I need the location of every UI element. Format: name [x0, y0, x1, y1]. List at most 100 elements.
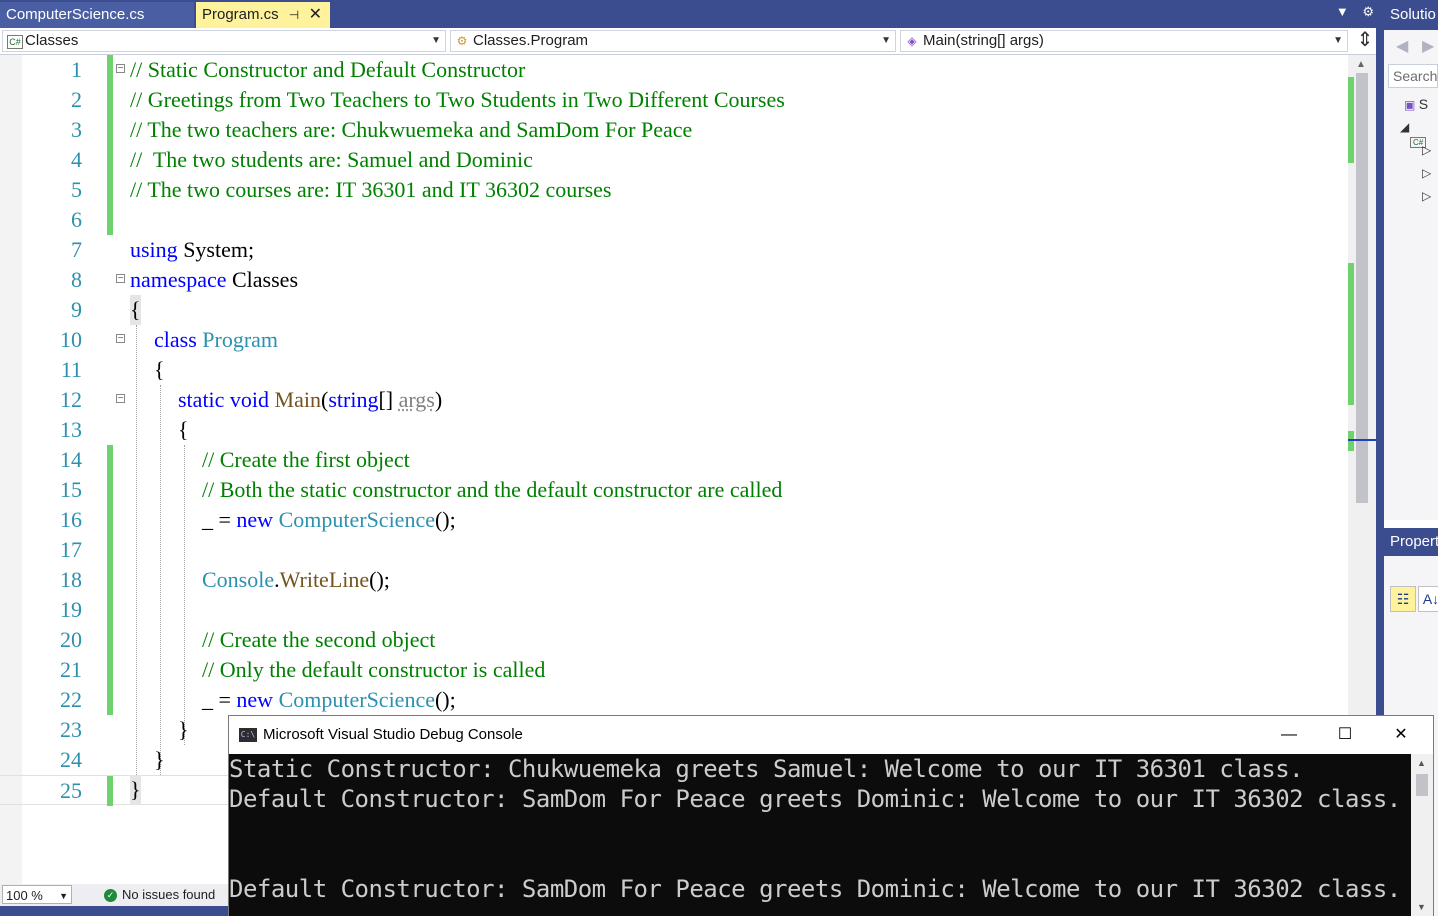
tree-expand-icon[interactable]: ▷	[1422, 189, 1431, 203]
console-line: Default Constructor: SamDom For Peace gr…	[229, 785, 1401, 813]
code-line: 21 // Only the default constructor is ca…	[0, 655, 1350, 685]
tab-computerscience-cs[interactable]: ComputerScience.cs	[0, 2, 194, 28]
chevron-down-icon: ▼	[1333, 35, 1343, 46]
caret-position-marker	[1348, 439, 1376, 441]
comment: // Both the static constructor and the d…	[202, 477, 783, 502]
console-vertical-scrollbar[interactable]: ▲ ▼	[1411, 754, 1433, 916]
type-dropdown[interactable]: ⚙ Classes.Program ▼	[450, 30, 896, 52]
zoom-dropdown[interactable]: 100 % ▼	[2, 885, 72, 904]
code-line: 10 − class Program	[0, 325, 1350, 355]
line-number: 4	[71, 147, 82, 172]
back-icon[interactable]: ◀	[1396, 36, 1408, 56]
alphabetical-sort-icon[interactable]: A↓	[1418, 586, 1438, 612]
close-icon[interactable]: ✕	[309, 6, 322, 23]
collapse-icon[interactable]: −	[116, 64, 125, 74]
navigation-bar: C# Classes ▼ ⚙ Classes.Program ▼ ◈ Main(…	[0, 28, 1384, 55]
code-line: 18 Console.WriteLine();	[0, 565, 1350, 595]
csharp-project-icon: C#	[7, 35, 23, 49]
code-line: 16 _ = new ComputerScience();	[0, 505, 1350, 535]
pin-icon[interactable]: ⊣	[289, 8, 299, 22]
gear-icon[interactable]: ⚙	[1362, 4, 1374, 19]
line-number: 1	[71, 57, 82, 82]
comment: // Greetings from Two Teachers to Two St…	[130, 87, 785, 112]
line-number: 8	[71, 267, 82, 292]
line-number: 16	[60, 507, 82, 532]
type-name: ComputerScience	[273, 507, 435, 532]
change-map-marker	[1348, 77, 1354, 163]
comment: // Create the second object	[202, 627, 436, 652]
close-icon[interactable]: ✕	[1373, 716, 1429, 754]
change-marker	[107, 655, 113, 685]
window-title-bar[interactable]: C:\ Microsoft Visual Studio Debug Consol…	[229, 716, 1433, 754]
line-number: 9	[71, 297, 82, 322]
line-number: 17	[60, 537, 82, 562]
keyword: using	[130, 237, 178, 262]
method-icon: ◈	[907, 34, 917, 48]
method-name: WriteLine	[279, 567, 370, 592]
scroll-down-icon[interactable]: ▼	[1417, 902, 1426, 912]
change-marker	[107, 205, 113, 235]
scroll-up-icon[interactable]: ▲	[1417, 758, 1426, 768]
tab-program-cs[interactable]: Program.cs ⊣ ✕	[196, 2, 330, 28]
code-line: 15 // Both the static constructor and th…	[0, 475, 1350, 505]
change-marker	[107, 85, 113, 115]
line-number: 6	[71, 207, 82, 232]
line-number: 25	[60, 778, 82, 803]
tab-overflow-dropdown-icon[interactable]: ▼	[1336, 4, 1349, 19]
code-line: 19	[0, 595, 1350, 625]
console-output[interactable]: Static Constructor: Chukwuemeka greets S…	[229, 754, 1411, 916]
comment: // Only the default constructor is calle…	[202, 657, 546, 682]
comment: // The two teachers are: Chukwuemeka and…	[130, 117, 693, 142]
member-dropdown[interactable]: ◈ Main(string[] args) ▼	[900, 30, 1348, 52]
issues-indicator[interactable]: ✓ No issues found	[104, 885, 215, 905]
scroll-up-icon[interactable]: ▲	[1356, 59, 1366, 70]
collapse-icon[interactable]: −	[116, 274, 125, 284]
solution-tree-item[interactable]: ▣ S	[1404, 96, 1428, 112]
line-number: 12	[60, 387, 82, 412]
chevron-down-icon: ▼	[59, 891, 68, 901]
code-line: 3 // The two teachers are: Chukwuemeka a…	[0, 115, 1350, 145]
code-line: 11 {	[0, 355, 1350, 385]
project-dropdown[interactable]: C# Classes ▼	[2, 30, 446, 52]
class-icon: ⚙	[456, 34, 468, 48]
line-number: 23	[60, 717, 82, 742]
change-marker	[107, 565, 113, 595]
type-name: ComputerScience	[273, 687, 435, 712]
line-number: 3	[71, 117, 82, 142]
tree-expand-icon[interactable]: ▷	[1422, 143, 1431, 157]
panel-title[interactable]: Solutio	[1384, 0, 1438, 30]
forward-icon[interactable]: ▶	[1422, 36, 1434, 56]
keyword: static void	[178, 387, 270, 412]
line-number: 15	[60, 477, 82, 502]
collapse-icon[interactable]: −	[116, 394, 125, 404]
line-number: 2	[71, 87, 82, 112]
matched-brace: }	[130, 775, 141, 805]
change-marker	[107, 175, 113, 205]
keyword: new	[236, 507, 274, 532]
change-marker	[107, 595, 113, 625]
line-number: 18	[60, 567, 82, 592]
maximize-icon[interactable]: ☐	[1317, 716, 1373, 754]
line-number: 10	[60, 327, 82, 352]
line-number: 22	[60, 687, 82, 712]
tab-label: Program.cs	[202, 6, 279, 23]
categorized-view-icon[interactable]: ☷	[1390, 586, 1416, 612]
solution-explorer-panel: Solutio ◀ ▶ Search ▣ S ◢ C# ▷ ▷ ▷	[1384, 0, 1438, 520]
code-line: 17	[0, 535, 1350, 565]
solution-search-input[interactable]: Search	[1388, 64, 1438, 88]
code-line: 6	[0, 205, 1350, 235]
comment: // The two students are: Samuel and Domi…	[130, 147, 533, 172]
code-line: 8 − namespace Classes	[0, 265, 1350, 295]
tree-expand-icon[interactable]: ▷	[1422, 166, 1431, 180]
minimize-icon[interactable]: —	[1261, 716, 1317, 754]
line-number: 19	[60, 597, 82, 622]
console-app-icon: C:\	[239, 728, 257, 742]
project-tree-item[interactable]: ◢ C#	[1400, 120, 1438, 148]
split-editor-icon[interactable]: ⇕	[1354, 30, 1376, 52]
keyword: new	[236, 687, 274, 712]
collapse-icon[interactable]: −	[116, 334, 125, 344]
change-marker	[107, 115, 113, 145]
comment: // Static Constructor and Default Constr…	[130, 57, 526, 82]
scrollbar-thumb[interactable]	[1416, 774, 1428, 796]
panel-title[interactable]: Propert	[1384, 528, 1438, 556]
